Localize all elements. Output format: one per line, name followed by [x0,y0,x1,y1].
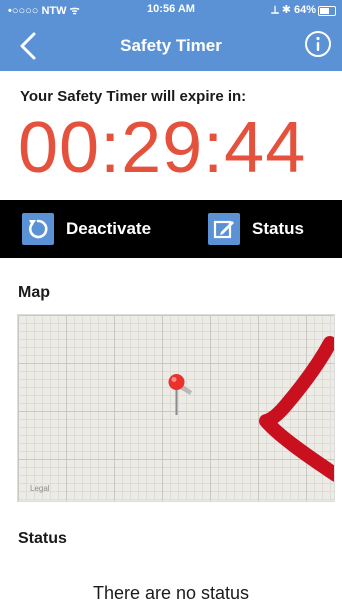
nav-bar: Safety Timer [0,24,342,68]
refresh-icon [22,213,54,245]
action-bar: Deactivate Status [0,200,342,258]
page-title: Safety Timer [120,36,222,55]
safety-timer-screen: •○○○○ NTW ᯤ 10:56 AM ⟂ ✱ 64% Safety Time… [0,0,342,609]
status-button[interactable]: Status [208,213,304,245]
empty-status-message: There are no status [92,583,250,603]
status-bar: •○○○○ NTW ᯤ 10:56 AM ⟂ ✱ 64% [0,0,342,20]
edit-icon [208,213,240,245]
deactivate-label: Deactivate [66,219,152,238]
battery-icon [318,6,336,16]
status-heading: Status [18,530,67,547]
location-map[interactable]: Legal [17,314,335,502]
status-right-indicators: ⟂ ✱ 64% [271,4,316,16]
map-legal-link[interactable]: Legal [30,484,50,493]
battery-fill [320,8,329,14]
countdown-timer: 00:29:44 [18,108,307,188]
deactivate-button[interactable]: Deactivate [22,213,151,245]
red-arrow-annotation [259,336,334,482]
timer-label: Your Safety Timer will expire in: [20,88,247,105]
map-pin-icon[interactable] [166,371,196,419]
status-label: Status [252,219,304,238]
navigation-header: •○○○○ NTW ᯤ 10:56 AM ⟂ ✱ 64% Safety Time… [0,0,342,71]
info-circle-icon [305,31,331,57]
map-heading: Map [18,284,50,301]
info-button[interactable] [304,30,332,58]
